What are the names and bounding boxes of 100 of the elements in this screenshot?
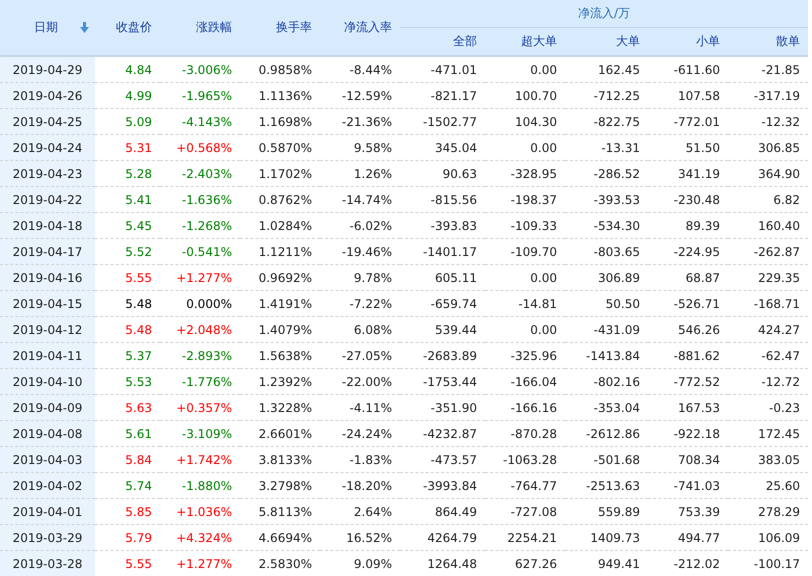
table-cell: 5.8113% <box>240 498 320 524</box>
change-cell: +0.357% <box>160 394 240 420</box>
column-header[interactable]: 换手率 <box>240 0 320 56</box>
table-cell: 0.9858% <box>240 56 320 82</box>
table-cell: 383.05 <box>728 446 808 472</box>
change-cell: -1.268% <box>160 212 240 238</box>
table-cell: -2683.89 <box>400 342 485 368</box>
change-cell: -0.541% <box>160 238 240 264</box>
table-cell: -1502.77 <box>400 108 485 134</box>
table-cell: 278.29 <box>728 498 808 524</box>
table-cell: 50.50 <box>565 290 648 316</box>
table-cell: 100.70 <box>485 82 565 108</box>
change-cell: +1.277% <box>160 264 240 290</box>
price-cell: 4.84 <box>95 56 160 82</box>
date-cell: 2019-04-25 <box>0 108 95 134</box>
date-cell: 2019-04-18 <box>0 212 95 238</box>
price-cell: 5.09 <box>95 108 160 134</box>
table-cell: 0.00 <box>485 316 565 342</box>
table-cell: 9.78% <box>320 264 400 290</box>
table-cell: 345.04 <box>400 134 485 160</box>
table-cell: -393.53 <box>565 186 648 212</box>
table-cell: -27.05% <box>320 342 400 368</box>
table-cell: -727.08 <box>485 498 565 524</box>
table-cell: -611.60 <box>648 56 728 82</box>
table-cell: 1.0284% <box>240 212 320 238</box>
table-cell: 605.11 <box>400 264 485 290</box>
column-header[interactable]: 散单 <box>728 28 808 56</box>
price-cell: 5.74 <box>95 472 160 498</box>
table-cell: 4264.79 <box>400 524 485 550</box>
table-cell: -22.00% <box>320 368 400 394</box>
table-cell: -815.56 <box>400 186 485 212</box>
table-cell: -1413.84 <box>565 342 648 368</box>
table-cell: 494.77 <box>648 524 728 550</box>
change-cell: +0.568% <box>160 134 240 160</box>
price-cell: 5.31 <box>95 134 160 160</box>
date-cell: 2019-04-02 <box>0 472 95 498</box>
table-cell: -13.31 <box>565 134 648 160</box>
table-cell: -4.11% <box>320 394 400 420</box>
table-cell: -1063.28 <box>485 446 565 472</box>
price-cell: 5.45 <box>95 212 160 238</box>
change-cell: -1.965% <box>160 82 240 108</box>
table-cell: 16.52% <box>320 524 400 550</box>
table-cell: 51.50 <box>648 134 728 160</box>
table-cell: -12.72 <box>728 368 808 394</box>
table-cell: -62.47 <box>728 342 808 368</box>
table-cell: -21.85 <box>728 56 808 82</box>
table-cell: -4232.87 <box>400 420 485 446</box>
sort-down-icon[interactable] <box>80 22 89 34</box>
table-cell: 2.5830% <box>240 550 320 576</box>
column-header[interactable]: 日期 <box>0 0 95 56</box>
table-cell: 341.19 <box>648 160 728 186</box>
column-header[interactable]: 小单 <box>648 28 728 56</box>
change-cell: -1.636% <box>160 186 240 212</box>
column-header[interactable]: 收盘价 <box>95 0 160 56</box>
table-cell: -262.87 <box>728 238 808 264</box>
change-cell: +1.742% <box>160 446 240 472</box>
table-cell: -353.04 <box>565 394 648 420</box>
table-cell: 949.41 <box>565 550 648 576</box>
table-cell: 424.27 <box>728 316 808 342</box>
table-cell: 546.26 <box>648 316 728 342</box>
table-cell: -325.96 <box>485 342 565 368</box>
table-cell: 1.1211% <box>240 238 320 264</box>
table-cell: 104.30 <box>485 108 565 134</box>
table-cell: 89.39 <box>648 212 728 238</box>
table-cell: -822.75 <box>565 108 648 134</box>
change-cell: -1.776% <box>160 368 240 394</box>
date-cell: 2019-03-29 <box>0 524 95 550</box>
table-cell: 6.82 <box>728 186 808 212</box>
table-cell: -8.44% <box>320 56 400 82</box>
date-cell: 2019-04-01 <box>0 498 95 524</box>
table-cell: -764.77 <box>485 472 565 498</box>
table-cell: -230.48 <box>648 186 728 212</box>
table-cell: 0.00 <box>485 264 565 290</box>
column-header[interactable]: 大单 <box>565 28 648 56</box>
table-cell: -12.59% <box>320 82 400 108</box>
change-cell: -3.006% <box>160 56 240 82</box>
column-header[interactable]: 超大单 <box>485 28 565 56</box>
table-cell: -198.37 <box>485 186 565 212</box>
table-cell: 6.08% <box>320 316 400 342</box>
table-cell: 167.53 <box>648 394 728 420</box>
table-cell: 1264.48 <box>400 550 485 576</box>
date-cell: 2019-04-23 <box>0 160 95 186</box>
column-header[interactable]: 涨跌幅 <box>160 0 240 56</box>
column-header[interactable]: 净流入率 <box>320 0 400 56</box>
table-cell: 1.4191% <box>240 290 320 316</box>
table-cell: -802.16 <box>565 368 648 394</box>
table-cell: -501.68 <box>565 446 648 472</box>
table-cell: 1.1136% <box>240 82 320 108</box>
column-header[interactable]: 全部 <box>400 28 485 56</box>
date-cell: 2019-03-28 <box>0 550 95 576</box>
date-cell: 2019-04-17 <box>0 238 95 264</box>
table-cell: 25.60 <box>728 472 808 498</box>
table-cell: 1.3228% <box>240 394 320 420</box>
price-cell: 5.61 <box>95 420 160 446</box>
table-cell: -2513.63 <box>565 472 648 498</box>
table-cell: 539.44 <box>400 316 485 342</box>
table-cell: -3993.84 <box>400 472 485 498</box>
table-cell: -7.22% <box>320 290 400 316</box>
table-cell: -393.83 <box>400 212 485 238</box>
table-cell: -14.74% <box>320 186 400 212</box>
